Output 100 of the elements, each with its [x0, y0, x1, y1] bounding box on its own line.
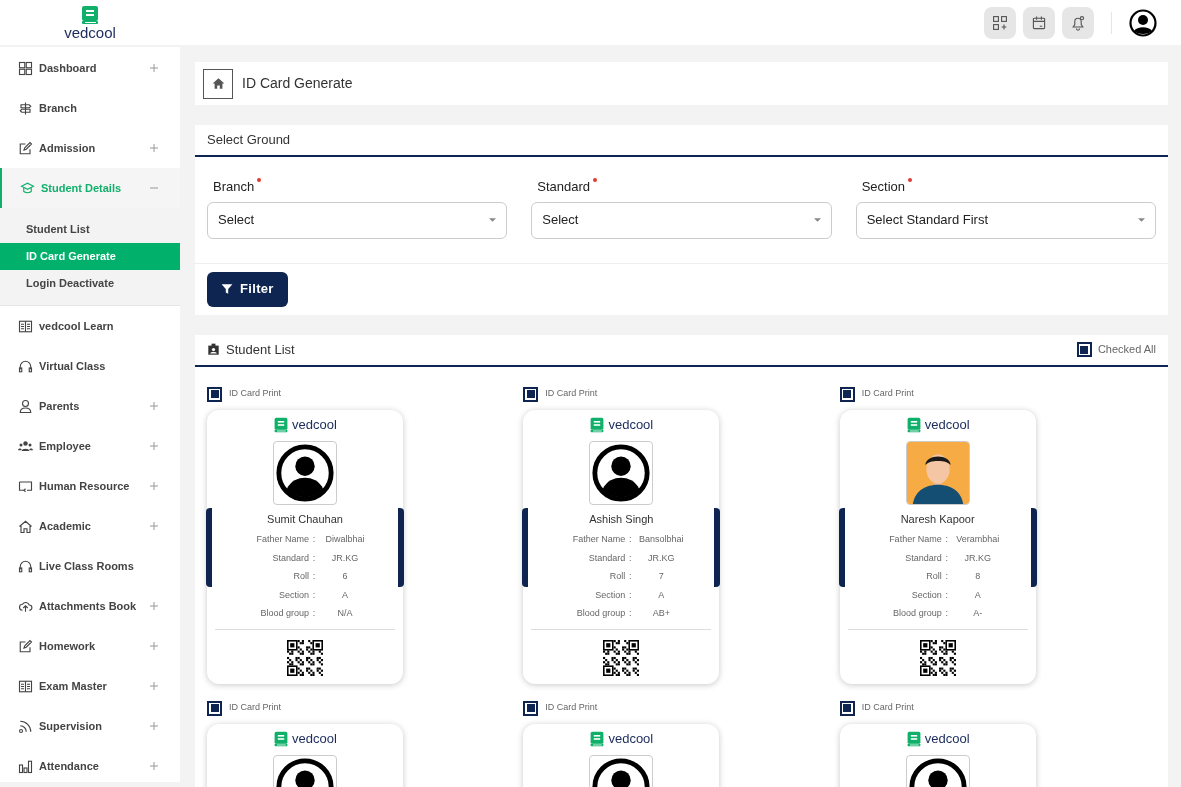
headset-icon: [18, 358, 33, 374]
dropdown-caret-icon: [489, 218, 497, 222]
id-badge-icon: [207, 343, 220, 356]
checkbox[interactable]: [523, 386, 539, 402]
sidebar-item[interactable]: Admission: [0, 128, 180, 168]
checkbox[interactable]: [523, 700, 539, 716]
submenu-item[interactable]: Student List: [0, 216, 180, 243]
plus-icon: [150, 722, 158, 730]
sidebar-item[interactable]: Branch: [0, 88, 180, 128]
select-field[interactable]: Select Standard First: [855, 201, 1156, 239]
dropdown-caret-icon: [1138, 218, 1145, 222]
sidebar-item[interactable]: Live Class Rooms: [0, 546, 180, 586]
sidebar-item[interactable]: Homework: [0, 626, 180, 666]
select-field[interactable]: Select: [531, 201, 832, 239]
select-field[interactable]: Select: [207, 201, 508, 239]
brand-name: vedcool: [608, 417, 654, 432]
sidebar-item[interactable]: vedcool Learn: [0, 306, 180, 346]
sidebar-item[interactable]: Exam Master: [0, 666, 180, 706]
book-icon: [18, 318, 33, 334]
brand-name: vedcool: [608, 731, 654, 746]
detail-separator: :: [628, 588, 633, 602]
checkbox[interactable]: [207, 386, 222, 402]
detail-label: Roll: [608, 570, 626, 583]
monitor-icon: [18, 478, 33, 494]
checkbox-label: ID Card Print: [545, 701, 598, 715]
student-name: Ashish Singh: [589, 511, 654, 527]
detail-value: 7: [657, 570, 665, 583]
book-logo-icon: [589, 416, 606, 433]
detail-value: JR.KG: [330, 551, 360, 565]
calendar-button[interactable]: [1023, 6, 1055, 39]
detail-label: Standard: [904, 551, 942, 565]
checkbox[interactable]: [839, 700, 855, 716]
plus-icon: [150, 482, 158, 490]
profile-button[interactable]: [1129, 8, 1157, 37]
detail-value: N/A: [336, 607, 354, 620]
student-name: Sumit Chauhan: [267, 511, 343, 527]
user-icon: [18, 398, 33, 414]
brand-name: vedcool: [924, 731, 970, 746]
detail-value: AB+: [651, 607, 671, 620]
sidebar-item[interactable]: Virtual Class: [0, 346, 180, 386]
home-button[interactable]: [203, 68, 233, 99]
detail-separator: :: [311, 607, 317, 620]
detail-value: 8: [974, 570, 982, 583]
detail-value: A: [341, 588, 349, 602]
headset-icon: [18, 558, 33, 574]
submenu-item[interactable]: Login Deactivate: [0, 270, 180, 297]
checkbox-label: ID Card Print: [229, 701, 281, 715]
sidebar-item[interactable]: Parents: [0, 386, 180, 426]
bell-icon: [1070, 14, 1086, 31]
section-title: Student List: [226, 340, 296, 359]
sidebar-item[interactable]: Employee: [0, 426, 180, 466]
student-name: Naresh Kapoor: [900, 511, 975, 527]
detail-separator: :: [944, 588, 949, 602]
sidebar-item[interactable]: Attachments Book: [0, 586, 180, 626]
checkbox[interactable]: [1076, 342, 1092, 357]
brand-name: vedcool: [924, 417, 970, 432]
filter-icon: [221, 283, 233, 295]
notification-button[interactable]: [1062, 6, 1094, 39]
detail-separator: :: [944, 533, 949, 546]
book-icon: [18, 678, 33, 694]
sidebar-item[interactable]: Attendance: [0, 746, 180, 786]
avatar-icon: [273, 440, 337, 505]
plus-icon: [150, 522, 158, 530]
qr-code-icon: [919, 639, 956, 676]
apps-add-button[interactable]: [984, 6, 1016, 39]
checkbox[interactable]: [839, 386, 855, 402]
plus-icon: [150, 762, 158, 770]
detail-value: A: [973, 588, 982, 602]
detail-separator: :: [944, 570, 949, 583]
sidebar-item[interactable]: Supervision: [0, 706, 180, 746]
book-logo-icon: [80, 4, 100, 25]
brand-name: vedcool: [292, 417, 337, 432]
detail-label: Section: [594, 588, 626, 602]
sidebar-item[interactable]: Dashboard: [0, 48, 180, 88]
detail-value: 6: [341, 570, 349, 583]
dropdown-caret-icon: [813, 218, 821, 222]
field-label: Branch: [213, 178, 255, 196]
detail-value: Verambhai: [955, 533, 1001, 546]
edit-icon: [18, 638, 33, 654]
home-icon: [18, 518, 33, 534]
plus-icon: [150, 602, 158, 610]
qr-code-icon: [603, 639, 640, 676]
filter-button[interactable]: Filter: [207, 271, 288, 307]
sidebar-item[interactable]: Human Resource: [0, 466, 180, 506]
detail-separator: :: [628, 570, 633, 583]
qr-code-icon: [287, 639, 323, 676]
sidebar-item[interactable]: Academic: [0, 506, 180, 546]
detail-label: Section: [277, 588, 309, 602]
plus-icon: [150, 64, 158, 72]
detail-separator: :: [628, 551, 633, 565]
checkbox-label: ID Card Print: [229, 387, 281, 401]
checkbox[interactable]: [207, 700, 222, 716]
grid-icon: [18, 60, 33, 76]
detail-label: Roll: [292, 570, 309, 583]
calendar-icon: [1031, 14, 1047, 31]
detail-label: Roll: [925, 570, 942, 583]
detail-separator: :: [311, 588, 317, 602]
book-logo-icon: [273, 416, 290, 433]
avatar-icon: [589, 440, 654, 505]
page-title: ID Card Generate: [242, 74, 353, 93]
